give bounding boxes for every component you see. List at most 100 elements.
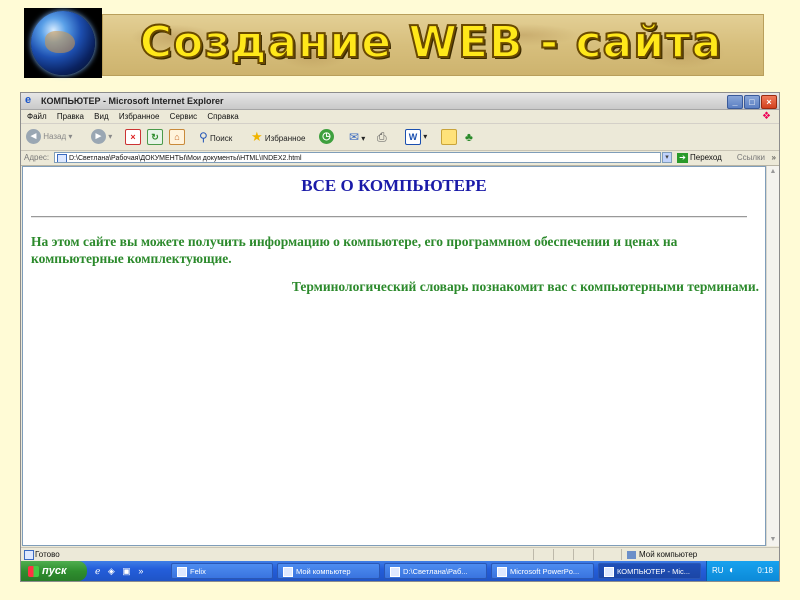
ie-quicklaunch-icon[interactable]: ℯ bbox=[95, 566, 100, 576]
go-label: Переход bbox=[690, 153, 722, 162]
search-button[interactable]: ⚲ Поиск bbox=[199, 128, 232, 146]
mail-icon: ✉ bbox=[349, 130, 360, 144]
windows-logo-icon bbox=[28, 565, 39, 577]
status-text: Готово bbox=[35, 550, 60, 559]
slide-title: Создание WEB - сайта bbox=[139, 16, 723, 69]
scroll-up-icon[interactable]: ▲ bbox=[768, 167, 778, 177]
start-label: пуск bbox=[42, 565, 67, 577]
globe-logo bbox=[24, 8, 102, 78]
window-title: КОМПЬЮТЕР - Microsoft Internet Explorer bbox=[41, 96, 224, 106]
menu-view[interactable]: Вид bbox=[94, 112, 108, 121]
task-my-computer[interactable]: Мой компьютер bbox=[277, 563, 380, 579]
status-divider bbox=[573, 549, 574, 560]
forward-arrow-icon: ► bbox=[91, 129, 106, 145]
task-internet-explorer[interactable]: КОМПЬЮТЕР - Mic... bbox=[598, 563, 701, 579]
address-input[interactable]: D:\Светлана\Рабочая\ДОКУМЕНТЫ\Мои докуме… bbox=[54, 152, 661, 163]
status-divider bbox=[553, 549, 554, 560]
desktop-quicklaunch-icon[interactable]: ▣ bbox=[122, 566, 131, 576]
links-button[interactable]: Ссылки bbox=[737, 151, 765, 165]
page-heading: ВСЕ О КОМПЬЮТЕРЕ bbox=[301, 176, 487, 195]
taskbar: пуск ℯ ◈ ▣ » Felix Мой компьютер D:\Свет… bbox=[21, 561, 779, 581]
address-dropdown-icon[interactable]: ▾ bbox=[662, 152, 672, 163]
status-divider bbox=[593, 549, 594, 560]
horizontal-rule bbox=[31, 216, 747, 218]
back-arrow-icon: ◄ bbox=[26, 129, 41, 145]
history-icon: ◷ bbox=[319, 129, 334, 145]
dictionary-paragraph: Терминологический словарь познакомит вас… bbox=[291, 279, 759, 294]
forward-button[interactable]: ► ▾ bbox=[91, 128, 112, 146]
mail-dropdown-icon[interactable]: ▾ bbox=[361, 134, 365, 143]
stop-button[interactable]: × bbox=[125, 128, 141, 146]
start-button[interactable]: пуск bbox=[21, 561, 87, 581]
clock: 0:18 bbox=[757, 566, 773, 575]
page-icon bbox=[57, 154, 67, 162]
task-label: КОМПЬЮТЕР - Mic... bbox=[617, 567, 691, 576]
browser-window: e КОМПЬЮТЕР - Microsoft Internet Explore… bbox=[20, 92, 780, 582]
security-zone: Мой компьютер bbox=[627, 548, 697, 561]
task-label: Felix bbox=[190, 567, 206, 576]
back-label: Назад bbox=[43, 132, 67, 141]
address-value: D:\Светлана\Рабочая\ДОКУМЕНТЫ\Мои докуме… bbox=[69, 155, 302, 162]
print-button[interactable]: ⎙ bbox=[377, 128, 387, 146]
edit-dropdown-icon[interactable]: ▾ bbox=[423, 132, 427, 141]
edit-button[interactable]: W ▾ bbox=[405, 128, 427, 146]
quicklaunch-more-icon[interactable]: » bbox=[138, 566, 143, 576]
window-titlebar[interactable]: e КОМПЬЮТЕР - Microsoft Internet Explore… bbox=[21, 93, 779, 110]
quick-launch: ℯ ◈ ▣ » bbox=[95, 564, 148, 578]
slide-title-banner: Создание WEB - сайта bbox=[102, 14, 764, 76]
task-label: Мой компьютер bbox=[296, 567, 351, 576]
menu-edit[interactable]: Правка bbox=[57, 112, 84, 121]
favorites-button[interactable]: ★ Избранное bbox=[251, 128, 305, 146]
status-divider bbox=[621, 549, 622, 560]
forward-dropdown-icon[interactable]: ▾ bbox=[108, 132, 112, 141]
page-content: ВСЕ О КОМПЬЮТЕРЕ На этом сайте вы можете… bbox=[22, 166, 766, 546]
close-button[interactable]: × bbox=[761, 95, 777, 109]
address-bar: Адрес: D:\Светлана\Рабочая\ДОКУМЕНТЫ\Мои… bbox=[21, 151, 779, 166]
vertical-scrollbar[interactable]: ▲ ▼ bbox=[766, 166, 779, 546]
scroll-down-icon[interactable]: ▼ bbox=[768, 535, 778, 545]
task-label: D:\Светлана\Раб... bbox=[403, 567, 468, 576]
menu-tools[interactable]: Сервис bbox=[170, 112, 197, 121]
back-dropdown-icon[interactable]: ▾ bbox=[68, 132, 72, 141]
messenger-button[interactable]: ♣ bbox=[465, 128, 473, 146]
folder-icon bbox=[441, 128, 457, 145]
mail-button[interactable]: ✉ ▾ bbox=[349, 128, 365, 146]
search-label: Поиск bbox=[210, 134, 233, 143]
home-icon: ⌂ bbox=[169, 128, 185, 145]
refresh-button[interactable]: ↻ bbox=[147, 128, 163, 146]
standard-toolbar: ◄ Назад ▾ ► ▾ × ↻ ⌂ ⚲ Поиск ★ Избранное … bbox=[21, 124, 779, 151]
status-page-icon bbox=[24, 550, 34, 560]
menu-bar: Файл Правка Вид Избранное Сервис Справка… bbox=[21, 110, 779, 124]
stop-icon: × bbox=[125, 128, 141, 145]
minimize-button[interactable]: _ bbox=[727, 95, 743, 109]
language-indicator[interactable]: RU bbox=[712, 561, 724, 581]
maximize-button[interactable]: □ bbox=[744, 95, 760, 109]
system-tray: RU ◐ 0:18 bbox=[706, 561, 779, 581]
home-button[interactable]: ⌂ bbox=[169, 128, 185, 146]
zone-label: Мой компьютер bbox=[639, 550, 698, 559]
messenger-icon: ♣ bbox=[465, 130, 473, 144]
history-button[interactable]: ◷ bbox=[319, 128, 334, 146]
status-divider bbox=[533, 549, 534, 560]
task-felix[interactable]: Felix bbox=[171, 563, 273, 579]
media-quicklaunch-icon[interactable]: ◈ bbox=[108, 566, 115, 576]
go-button[interactable]: ➔ Переход bbox=[677, 151, 722, 165]
discuss-button[interactable] bbox=[441, 128, 457, 146]
back-button[interactable]: ◄ Назад ▾ bbox=[26, 128, 72, 146]
globe-icon bbox=[31, 11, 95, 75]
menu-favorites[interactable]: Избранное bbox=[119, 112, 160, 121]
menu-help[interactable]: Справка bbox=[207, 112, 238, 121]
print-icon: ⎙ bbox=[377, 130, 387, 144]
folder-icon bbox=[390, 567, 400, 578]
chevron-right-icon[interactable]: » bbox=[772, 151, 776, 165]
address-label: Адрес: bbox=[24, 153, 50, 162]
task-powerpoint[interactable]: Microsoft PowerPo... bbox=[491, 563, 594, 579]
task-folder[interactable]: D:\Светлана\Раб... bbox=[384, 563, 487, 579]
volume-icon[interactable]: ◐ bbox=[729, 561, 735, 581]
ie-icon: e bbox=[25, 94, 32, 106]
menu-file[interactable]: Файл bbox=[27, 112, 47, 121]
star-icon: ★ bbox=[251, 129, 263, 144]
intro-paragraph: На этом сайте вы можете получить информа… bbox=[31, 234, 678, 266]
go-arrow-icon: ➔ bbox=[677, 152, 688, 163]
favorites-label: Избранное bbox=[264, 134, 306, 143]
